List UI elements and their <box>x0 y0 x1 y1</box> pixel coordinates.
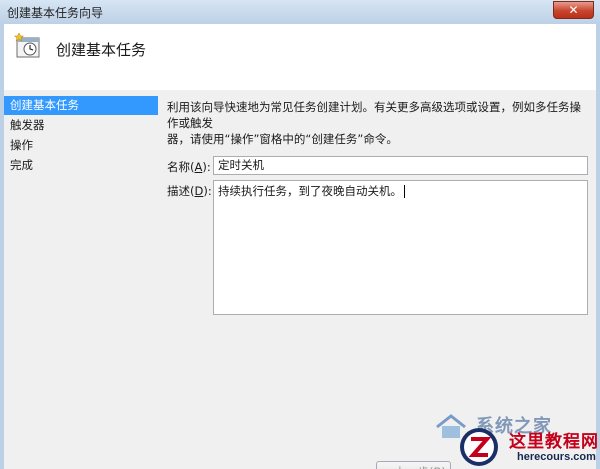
step-create-basic-task[interactable]: 创建基本任务 <box>4 96 158 115</box>
description-line-2: 器，请使用“操作”窗格中的“创建任务”命令。 <box>167 132 398 146</box>
back-button[interactable]: < 上一步(B) <box>376 461 451 469</box>
description-label: 描述(D): <box>167 184 212 198</box>
wizard-description: 利用该向导快速地为常见任务创建计划。有关更多高级选项或设置，例如多任务操作或触发… <box>167 99 587 147</box>
step-finish[interactable]: 完成 <box>4 156 158 175</box>
watermark-z-logo <box>460 428 498 466</box>
window-title: 创建基本任务向导 <box>7 6 104 20</box>
watermark-site-url: herecours.com <box>517 451 596 463</box>
step-action[interactable]: 操作 <box>4 136 158 155</box>
watermark-site-name: 这里教程网 <box>509 432 599 452</box>
description-textarea[interactable]: 持续执行任务，到了夜晚自动关机。 <box>213 180 588 315</box>
step-trigger[interactable]: 触发器 <box>4 116 158 135</box>
wizard-client-area: 创建基本任务 创建基本任务 触发器 操作 完成 利用该向导快速地为常见任务创建计… <box>4 24 596 469</box>
watermark-badge: 这里教程网 herecours.com <box>455 425 600 469</box>
text-caret <box>404 185 405 198</box>
wizard-header: 创建基本任务 <box>4 24 596 88</box>
title-bar[interactable]: 创建基本任务向导 ✕ <box>0 0 600 24</box>
wizard-window: 创建基本任务向导 ✕ 创建基本任务 创建基本任务 触发器 操作 完成 利用该向导… <box>0 0 600 469</box>
description-text: 持续执行任务，到了夜晚自动关机。 <box>218 184 402 198</box>
wizard-heading: 创建基本任务 <box>56 41 147 59</box>
close-icon: ✕ <box>568 3 579 17</box>
close-button[interactable]: ✕ <box>553 1 594 19</box>
wizard-steps: 创建基本任务 触发器 操作 完成 <box>4 96 158 176</box>
description-line-1: 利用该向导快速地为常见任务创建计划。有关更多高级选项或设置，例如多任务操作或触发 <box>167 100 581 130</box>
task-scheduler-icon <box>14 32 40 58</box>
name-label: 名称(A): <box>167 160 211 174</box>
name-input[interactable]: 定时关机 <box>213 156 588 175</box>
